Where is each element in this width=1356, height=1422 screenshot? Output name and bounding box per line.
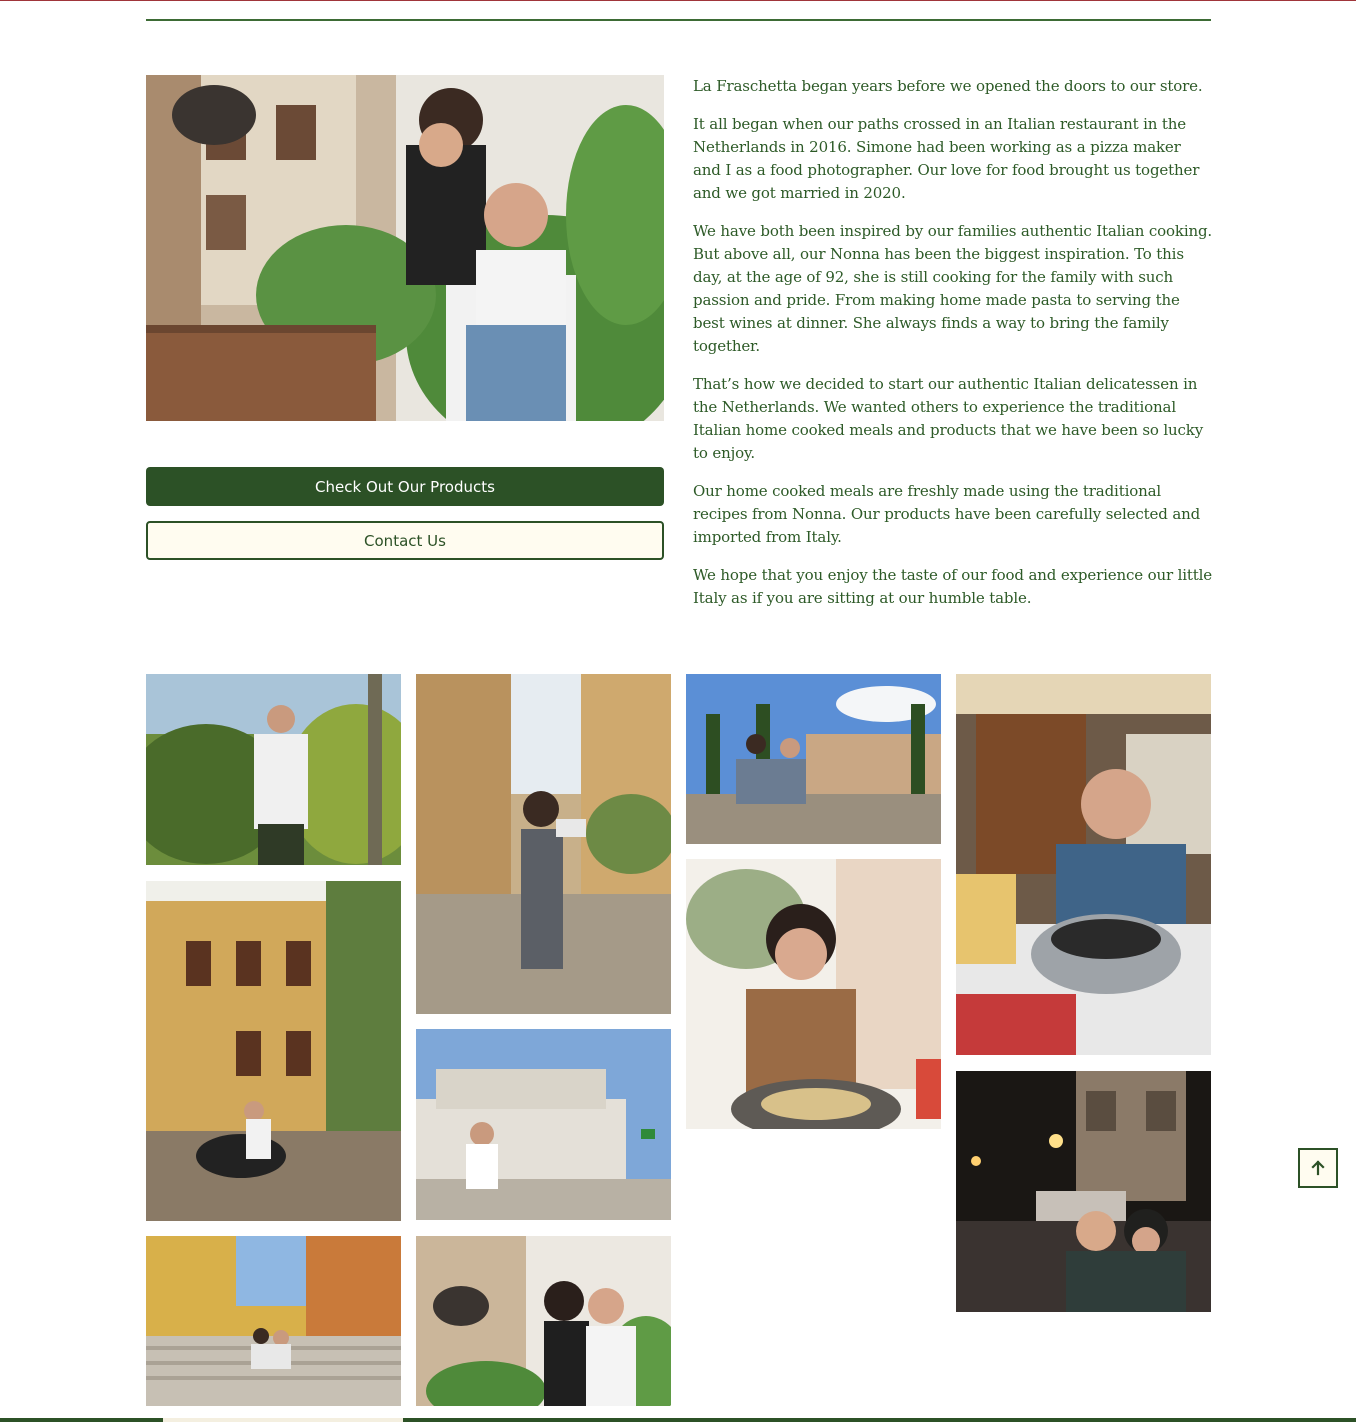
gallery-photo-night-church[interactable]	[956, 1071, 1211, 1312]
story-paragraph: We have both been inspired by our famili…	[693, 222, 1213, 355]
contact-us-button[interactable]: Contact Us	[146, 521, 664, 560]
check-out-products-button[interactable]: Check Out Our Products	[146, 467, 664, 506]
about-story: La Fraschetta began years before we open…	[693, 75, 1213, 625]
gallery-photo-well-couple[interactable]	[416, 1236, 671, 1406]
gallery-photo-restaurant-mussels[interactable]	[956, 674, 1211, 1055]
hero-couple-photo	[146, 75, 664, 421]
gallery-photo-street-walk[interactable]	[416, 674, 671, 1014]
arrow-up-icon	[1311, 1160, 1325, 1176]
footer-tab	[163, 1418, 403, 1422]
gallery-photo-pasta[interactable]	[686, 859, 941, 1199]
gallery-photo-vineyard[interactable]	[146, 674, 401, 865]
back-to-top-button[interactable]	[1298, 1148, 1338, 1188]
story-paragraph: We hope that you enjoy the taste of our …	[693, 566, 1213, 607]
gallery-photo-colosseum[interactable]	[686, 674, 941, 844]
story-paragraph: It all began when our paths crossed in a…	[693, 115, 1200, 202]
gallery-photo-stairs[interactable]	[146, 1236, 401, 1406]
story-paragraph: Our home cooked meals are freshly made u…	[693, 482, 1201, 546]
header-divider	[146, 19, 1211, 21]
story-paragraph: La Fraschetta began years before we open…	[693, 77, 1203, 95]
gallery-photo-vittoriano[interactable]	[416, 1029, 671, 1220]
gallery-photo-scooter[interactable]	[146, 881, 401, 1221]
top-accent-line	[0, 0, 1356, 1]
story-paragraph: That’s how we decided to start our authe…	[693, 375, 1204, 462]
